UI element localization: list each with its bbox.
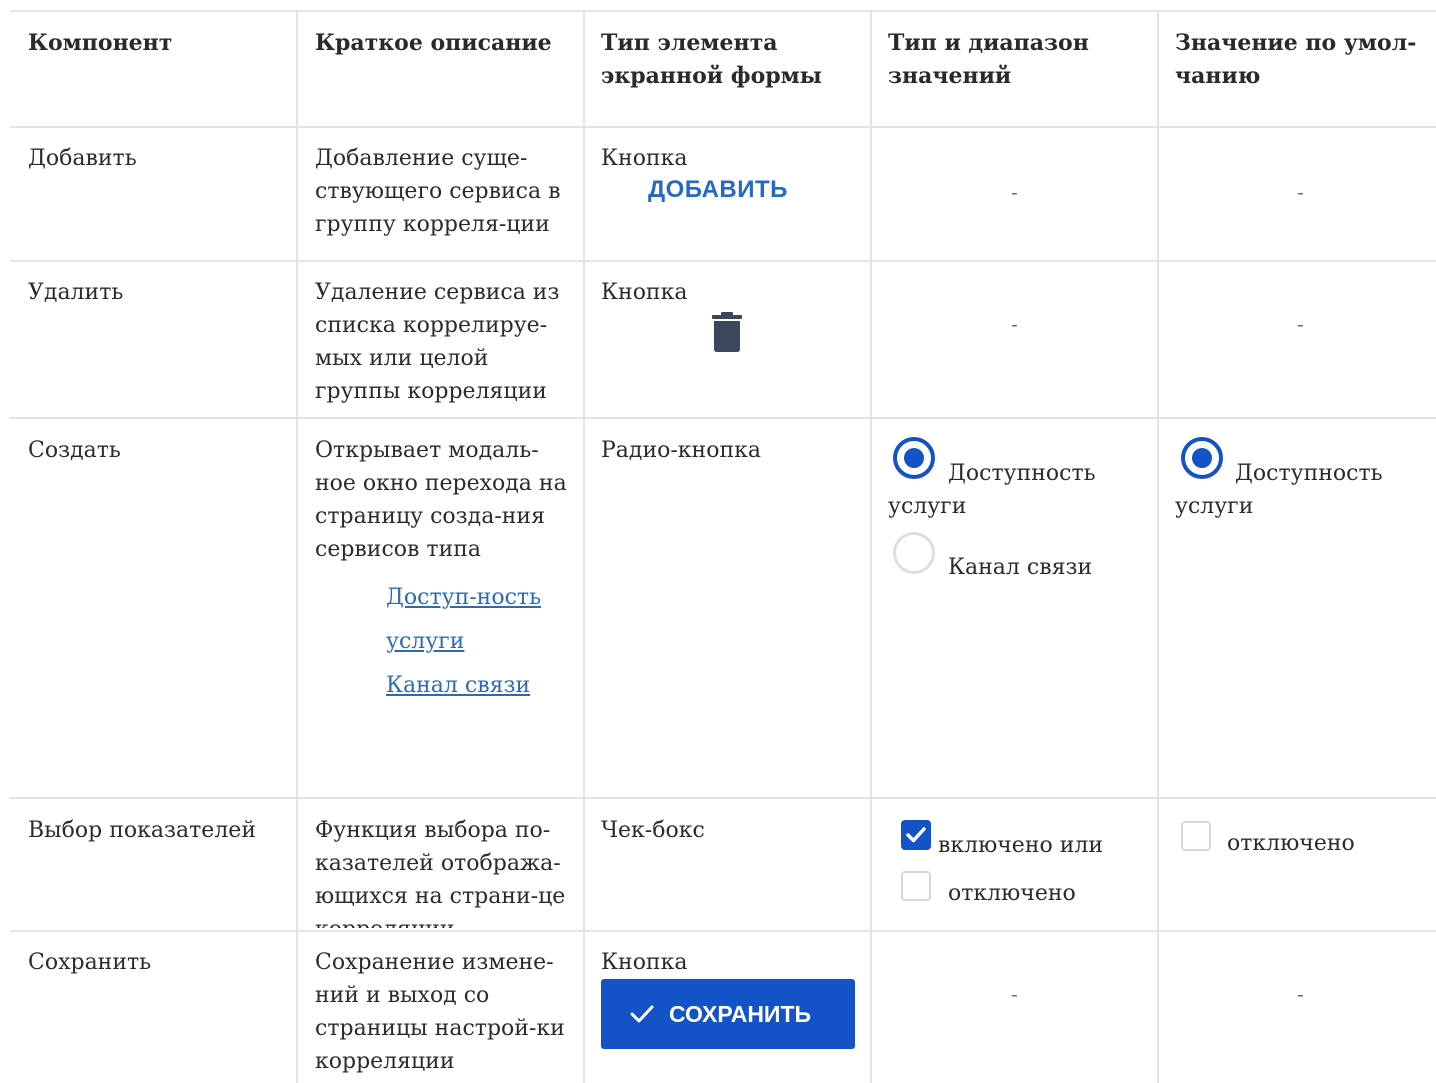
row-4-description: Функция выбора по-казателей отобража-ющи…: [315, 818, 566, 928]
row-1-component: Добавить: [28, 146, 137, 171]
radio-channel[interactable]: [893, 532, 935, 574]
header-description: Краткое описание: [315, 30, 552, 56]
add-button[interactable]: ДОБАВИТЬ: [648, 176, 788, 204]
row-5-value-type: -: [1011, 982, 1018, 1006]
row-5-default-value: -: [1297, 982, 1304, 1006]
row-2-value-type: -: [1011, 312, 1018, 336]
default-radio-label: Доступность услуги: [1175, 461, 1383, 519]
link-availability[interactable]: Доступ-ность услуги: [386, 585, 541, 654]
row-3-description: Открывает модаль-ное окно перехода на ст…: [315, 438, 567, 562]
header-element-type: Тип элемента экранной формы: [601, 30, 822, 89]
row-5-element-type: Кнопка: [601, 950, 688, 975]
radio-channel-label: Канал связи: [948, 555, 1093, 580]
check-icon: [629, 1003, 657, 1025]
row-3-component: Создать: [28, 438, 121, 463]
row-1-description: Добавление суще-ствующего сервиса в груп…: [315, 146, 561, 237]
default-checkbox-label: отключено: [1227, 831, 1355, 856]
link-channel[interactable]: Канал связи: [386, 673, 530, 698]
row-1-value-type: -: [1011, 180, 1018, 204]
default-checkbox[interactable]: [1181, 821, 1211, 851]
trash-icon[interactable]: [712, 312, 742, 352]
header-default-value: Значение по умол-чанию: [1175, 30, 1417, 89]
save-button[interactable]: СОХРАНИТЬ: [601, 979, 855, 1049]
radio-availability-label: Доступность услуги: [888, 461, 1096, 519]
row-1-element-type: Кнопка: [601, 146, 688, 171]
row-5-description: Сохранение измене-ний и выход со страниц…: [315, 950, 565, 1074]
row-2-default-value: -: [1297, 312, 1304, 336]
row-2-element-type: Кнопка: [601, 280, 688, 305]
save-button-label: СОХРАНИТЬ: [669, 1000, 812, 1027]
row-4-component: Выбор показателей: [28, 818, 256, 843]
checkbox-disabled[interactable]: [901, 871, 931, 901]
row-4-element-type: Чек-бокс: [601, 818, 705, 843]
row-1-default-value: -: [1297, 180, 1304, 204]
header-value-type: Тип и диапазон значений: [888, 30, 1089, 89]
row-3-link-list: Доступ-ность услуги Канал связи: [378, 576, 548, 708]
row-5-component: Сохранить: [28, 950, 152, 975]
checkbox-disabled-label: отключено: [948, 881, 1076, 906]
checkbox-enabled-label: включено или: [938, 833, 1104, 858]
checkbox-enabled[interactable]: [901, 820, 931, 850]
header-component: Компонент: [28, 30, 173, 56]
row-2-component: Удалить: [28, 280, 124, 305]
row-2-description: Удаление сервиса из списка коррелируе-мы…: [315, 280, 560, 404]
row-3-element-type: Радио-кнопка: [601, 438, 761, 463]
